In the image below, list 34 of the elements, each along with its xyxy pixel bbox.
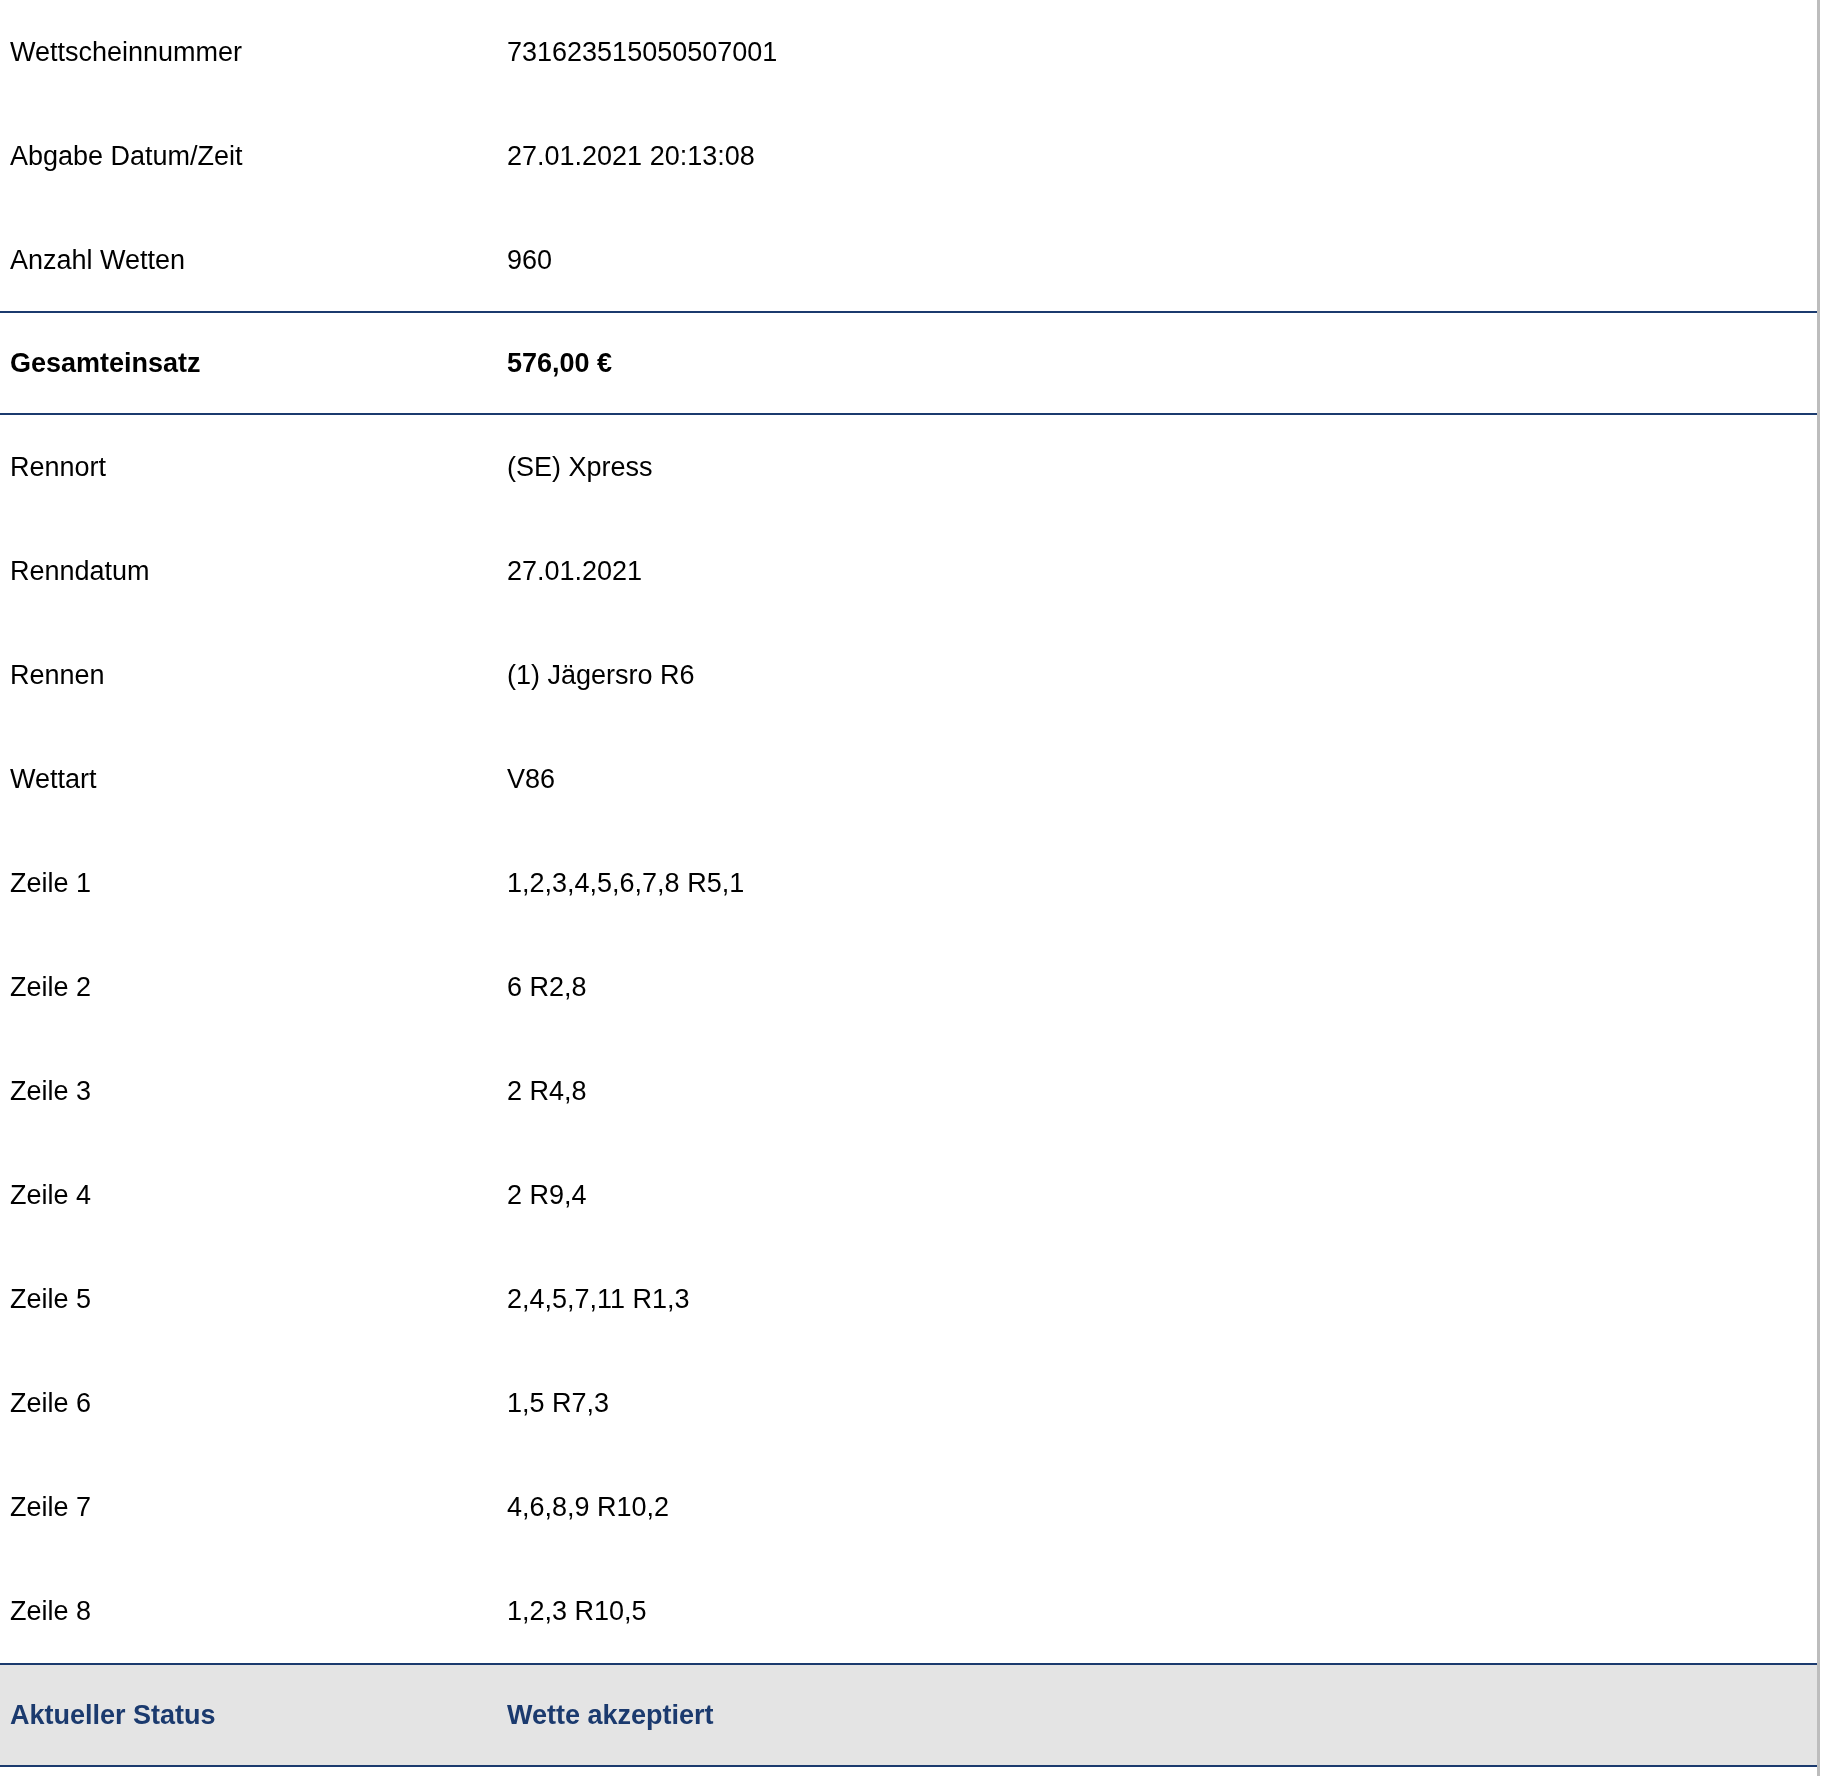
- row-label: Zeile 7: [10, 1491, 93, 1523]
- row-label: Zeile 6: [10, 1387, 93, 1419]
- row-value: 576,00 €: [507, 347, 614, 379]
- row-label: Zeile 3: [10, 1075, 93, 1107]
- row-value: 731623515050507001: [507, 36, 779, 68]
- row-label: Renndatum: [10, 555, 151, 587]
- row-value: 960: [507, 244, 554, 276]
- row-label: Anzahl Wetten: [10, 244, 187, 276]
- row-value: V86: [507, 763, 557, 795]
- row-label: Abgabe Datum/Zeit: [10, 140, 244, 172]
- row-label: Rennen: [10, 659, 106, 691]
- row-value: 27.01.2021 20:13:08: [507, 140, 756, 172]
- row-label: Rennort: [10, 451, 108, 483]
- row-value: 1,2,3 R10,5: [507, 1595, 648, 1627]
- row-label: Gesamteinsatz: [10, 347, 202, 379]
- row-value: Wette akzeptiert: [507, 1699, 715, 1731]
- row-value: 4,6,8,9 R10,2: [507, 1491, 671, 1523]
- row-label: Wettart: [10, 763, 98, 795]
- row-label: Aktueller Status: [10, 1699, 217, 1731]
- row-value: (SE) Xpress: [507, 451, 654, 483]
- row-value: 2 R4,8: [507, 1075, 588, 1107]
- row-value: 27.01.2021: [507, 555, 644, 587]
- row-value: (1) Jägersro R6: [507, 659, 696, 691]
- row-label: Zeile 4: [10, 1179, 93, 1211]
- row-label: Zeile 1: [10, 867, 93, 899]
- row-label: Zeile 2: [10, 971, 93, 1003]
- row-label: Zeile 8: [10, 1595, 93, 1627]
- row-label: Zeile 5: [10, 1283, 93, 1315]
- row-label: Wettscheinnummer: [10, 36, 244, 68]
- row-value: 2 R9,4: [507, 1179, 588, 1211]
- row-value: 6 R2,8: [507, 971, 588, 1003]
- row-value: 2,4,5,7,11 R1,3: [507, 1283, 691, 1315]
- row-value: 1,2,3,4,5,6,7,8 R5,1: [507, 867, 746, 899]
- row-value: 1,5 R7,3: [507, 1387, 611, 1419]
